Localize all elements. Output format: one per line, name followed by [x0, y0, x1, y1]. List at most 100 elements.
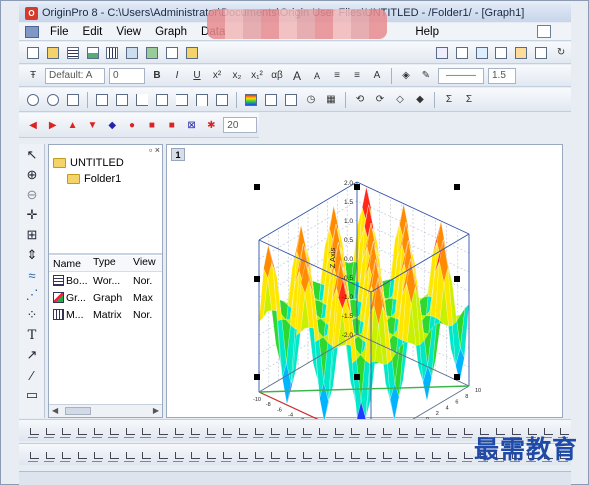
- plot-type-icon[interactable]: [349, 424, 361, 438]
- zoom-out-icon[interactable]: [45, 92, 61, 108]
- rotate-ccw-icon[interactable]: ●: [124, 117, 140, 133]
- open-icon[interactable]: [184, 45, 200, 61]
- new-worksheet-icon[interactable]: [65, 45, 81, 61]
- list-item[interactable]: M... Matrix Nor.: [49, 306, 162, 323]
- plot-type-icon[interactable]: [60, 448, 72, 462]
- plot-type-icon[interactable]: [76, 448, 88, 462]
- line-color-icon[interactable]: ✎: [418, 68, 434, 84]
- plot-type-icon[interactable]: [140, 448, 152, 462]
- plot-type-icon[interactable]: [92, 424, 104, 438]
- line-style-combo[interactable]: ———: [438, 67, 484, 84]
- list-item[interactable]: Gr... Graph Max: [49, 289, 162, 306]
- new-project-icon[interactable]: [25, 45, 41, 61]
- new-notes-icon[interactable]: [164, 45, 180, 61]
- plot-type-icon[interactable]: [285, 424, 297, 438]
- rescale-icon[interactable]: [65, 92, 81, 108]
- text-tool-icon[interactable]: T: [23, 326, 41, 344]
- plot-type-icon[interactable]: [381, 448, 393, 462]
- scroll-right-icon[interactable]: ▶: [153, 406, 159, 415]
- decrease-perspective-icon[interactable]: ■: [164, 117, 180, 133]
- font-icon[interactable]: Ŧ: [25, 68, 41, 84]
- plot-type-icon[interactable]: [349, 448, 361, 462]
- plot-type-icon[interactable]: [301, 424, 313, 438]
- script-window-icon[interactable]: [494, 45, 510, 61]
- plot-type-icon[interactable]: [317, 448, 329, 462]
- pointer-icon[interactable]: ↖: [23, 146, 41, 164]
- fit-frame-icon[interactable]: ✱: [203, 117, 219, 133]
- resize-handle[interactable]: [454, 276, 460, 282]
- greek-button[interactable]: αβ: [269, 68, 285, 84]
- layer-top-axis-icon[interactable]: [194, 92, 210, 108]
- plot-type-icon[interactable]: [268, 448, 281, 462]
- results-log-icon[interactable]: [454, 45, 470, 61]
- line-tool-icon[interactable]: ⁄: [23, 366, 41, 384]
- plot-type-icon[interactable]: [124, 448, 136, 462]
- italic-button[interactable]: I: [169, 68, 185, 84]
- decrease-font-button[interactable]: A: [309, 68, 325, 84]
- layer-right-axis-icon[interactable]: [174, 92, 190, 108]
- plot-type-icon[interactable]: [461, 424, 473, 438]
- plot-type-icon[interactable]: [365, 424, 377, 438]
- z-axis-title[interactable]: Z Axis: [328, 248, 337, 269]
- horizontal-scrollbar[interactable]: ◀ ▶: [49, 404, 162, 417]
- plot-type-icon[interactable]: [188, 448, 200, 462]
- data-display-icon[interactable]: [283, 92, 299, 108]
- tree-root[interactable]: UNTITLED: [53, 155, 162, 171]
- superscript-button[interactable]: x²: [209, 68, 225, 84]
- tilt-down-icon[interactable]: ▼: [84, 117, 100, 133]
- plot-type-icon[interactable]: [204, 448, 216, 462]
- resize-icon[interactable]: ⊠: [184, 117, 200, 133]
- plot-type-icon[interactable]: [108, 448, 120, 462]
- statistics-icon[interactable]: Σ: [461, 92, 477, 108]
- column-header-name[interactable]: Name: [49, 256, 91, 271]
- plot-type-icon[interactable]: [317, 424, 329, 438]
- rotate-right-icon[interactable]: ▶: [45, 117, 61, 133]
- new-excel-icon[interactable]: [144, 45, 160, 61]
- plot-type-icon[interactable]: [220, 448, 232, 462]
- mdi-restore-button[interactable]: [537, 25, 551, 38]
- plot-type-icon[interactable]: [172, 448, 184, 462]
- reset-view-icon[interactable]: ◆: [412, 92, 428, 108]
- command-window-icon[interactable]: [474, 45, 490, 61]
- plot-type-icon[interactable]: [285, 448, 297, 462]
- plot-type-icon[interactable]: [156, 424, 168, 438]
- resize-handle[interactable]: [254, 374, 260, 380]
- plot-type-icon[interactable]: [28, 448, 40, 462]
- graph-window-icon[interactable]: [25, 25, 39, 38]
- plot-type-icon[interactable]: [429, 448, 441, 462]
- project-explorer-icon[interactable]: [513, 45, 529, 61]
- menu-edit[interactable]: Edit: [76, 26, 110, 38]
- arrow-tool-icon[interactable]: ↗: [23, 346, 41, 364]
- tilt-icon[interactable]: ⟳: [372, 92, 388, 108]
- fill-color-icon[interactable]: ◈: [398, 68, 414, 84]
- resize-handle[interactable]: [454, 374, 460, 380]
- timestamp-icon[interactable]: ◷: [303, 92, 319, 108]
- plot-type-icon[interactable]: [445, 448, 457, 462]
- resize-handle[interactable]: [454, 184, 460, 190]
- increase-perspective-icon[interactable]: ■: [144, 117, 160, 133]
- perspective-icon[interactable]: ◇: [392, 92, 408, 108]
- font-name-combo[interactable]: Default: A: [45, 67, 105, 84]
- data-reader-icon[interactable]: ⊞: [23, 226, 41, 244]
- sidebar-toggle-icon[interactable]: [533, 45, 549, 61]
- plot-type-icon[interactable]: [44, 448, 56, 462]
- regional-data-selector-icon[interactable]: ⁘: [23, 306, 41, 324]
- plot-type-icon[interactable]: [461, 448, 473, 462]
- graph-window[interactable]: 1 2.0 1.5 1.0 0.5 0.0 -0.5 -1.0 -1.5 -2.0 -10 -8 -6…: [166, 144, 563, 419]
- rotate-cw-icon[interactable]: ◆: [104, 117, 120, 133]
- new-graph-icon[interactable]: [85, 45, 101, 61]
- plot-type-icon[interactable]: [268, 424, 281, 438]
- left-align-button[interactable]: ≡: [329, 68, 345, 84]
- plot-type-icon[interactable]: [156, 448, 168, 462]
- sum-icon[interactable]: Σ: [441, 92, 457, 108]
- layer-box-icon[interactable]: [154, 92, 170, 108]
- resize-handle[interactable]: [254, 276, 260, 282]
- column-header-view[interactable]: View: [133, 256, 162, 271]
- plot-type-icon[interactable]: [381, 424, 393, 438]
- plot-type-icon[interactable]: [236, 424, 248, 438]
- scroll-thumb[interactable]: [65, 407, 91, 415]
- menu-help[interactable]: Help: [408, 26, 446, 38]
- plot-type-icon[interactable]: [333, 424, 345, 438]
- color-scale-icon[interactable]: [243, 92, 259, 108]
- origin-app-icon[interactable]: O: [25, 6, 38, 20]
